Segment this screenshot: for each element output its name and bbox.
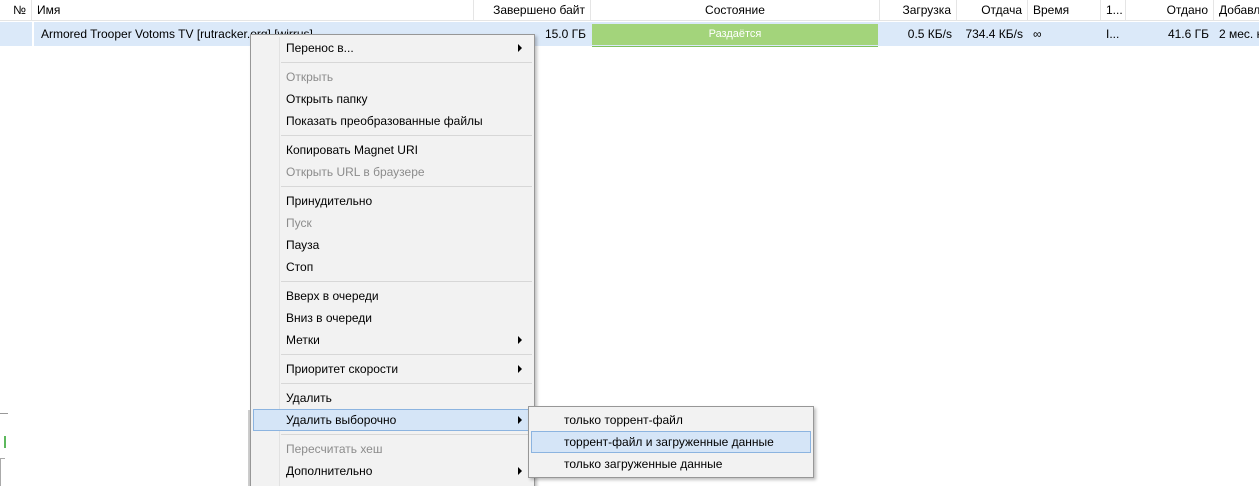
- submenu-item-torrent-only[interactable]: только торрент-файл: [531, 409, 811, 431]
- menu-item-open-url-in-browser[interactable]: Открыть URL в браузере: [253, 161, 532, 183]
- column-added[interactable]: Добавле: [1214, 0, 1259, 20]
- menu-item-label: Вниз в очереди: [286, 311, 373, 325]
- torrent-added: 2 мес. н: [1219, 27, 1259, 41]
- menu-item-open[interactable]: Открыть: [253, 66, 532, 88]
- menu-item-stop[interactable]: Стоп: [253, 256, 532, 278]
- submenu-arrow-icon: [518, 365, 522, 373]
- menu-item-label: Пересчитать хеш: [286, 442, 383, 456]
- table-row[interactable]: Armored Trooper Votoms TV [rutracker.org…: [0, 22, 1259, 46]
- menu-item-remove[interactable]: Удалить: [253, 387, 532, 409]
- menu-item-label: Метки: [286, 333, 320, 347]
- panel-edge-fragment: [4, 436, 6, 448]
- menu-item-label: Открыть: [286, 70, 334, 84]
- torrent-uploaded: 41.6 ГБ: [1167, 27, 1209, 41]
- torrent-download-speed: 0.5 КБ/s: [907, 27, 952, 41]
- submenu-item-torrent-and-data[interactable]: торрент-файл и загруженные данные: [531, 431, 811, 453]
- menu-item-start[interactable]: Пуск: [253, 212, 532, 234]
- submenu-arrow-icon: [518, 336, 522, 344]
- column-header: № Имя Завершено байт Состояние Загрузка …: [0, 0, 1259, 21]
- menu-item-label: Копировать Magnet URI: [286, 143, 418, 157]
- torrent-context-menu: Перенос в... Открыть Открыть папку Показ…: [250, 34, 535, 486]
- menu-item-label: Пауза: [286, 238, 320, 252]
- torrent-ratio: I...: [1106, 27, 1120, 41]
- menu-item-label: Вверх в очереди: [286, 289, 379, 303]
- menu-item-force-start[interactable]: Принудительно: [253, 190, 532, 212]
- menu-item-move-to[interactable]: Перенос в...: [253, 37, 532, 59]
- menu-item-label: Показать преобразованные файлы: [286, 114, 483, 128]
- submenu-arrow-icon: [518, 416, 522, 424]
- menu-item-label: Пуск: [286, 216, 312, 230]
- status-progress-line: [592, 46, 878, 47]
- menu-item-label: Дополнительно: [286, 464, 373, 478]
- menu-item-open-folder[interactable]: Открыть папку: [253, 88, 532, 110]
- menu-separator: [281, 434, 532, 435]
- menu-separator: [281, 186, 532, 187]
- column-done-bytes[interactable]: Завершено байт: [474, 0, 591, 20]
- menu-item-label: только торрент-файл: [564, 413, 683, 427]
- menu-item-label: Удалить: [286, 391, 332, 405]
- menu-item-queue-up[interactable]: Вверх в очереди: [253, 285, 532, 307]
- menu-item-force-recheck[interactable]: Пересчитать хеш: [253, 438, 532, 460]
- menu-separator: [281, 383, 532, 384]
- torrent-time: ∞: [1033, 27, 1042, 41]
- column-status[interactable]: Состояние: [591, 0, 880, 20]
- menu-item-copy-magnet-uri[interactable]: Копировать Magnet URI: [253, 139, 532, 161]
- column-number[interactable]: №: [0, 0, 32, 20]
- panel-edge-fragment: [0, 413, 8, 414]
- torrent-upload-speed: 734.4 КБ/s: [965, 27, 1023, 41]
- column-download-speed[interactable]: Загрузка: [880, 0, 957, 20]
- submenu-arrow-icon: [518, 44, 522, 52]
- menu-separator: [281, 62, 532, 63]
- row-number-cell: [0, 22, 32, 46]
- menu-item-label: Принудительно: [286, 194, 373, 208]
- menu-separator: [281, 281, 532, 282]
- menu-item-label: Стоп: [286, 260, 314, 274]
- menu-item-queue-down[interactable]: Вниз в очереди: [253, 307, 532, 329]
- menu-separator: [281, 354, 532, 355]
- menu-item-bandwidth-priority[interactable]: Приоритет скорости: [253, 358, 532, 380]
- column-time[interactable]: Время: [1028, 0, 1101, 20]
- menu-item-remove-and[interactable]: Удалить выборочно: [253, 409, 532, 431]
- submenu-arrow-icon: [518, 467, 522, 475]
- menu-item-advanced[interactable]: Дополнительно: [253, 460, 532, 482]
- menu-item-label: торрент-файл и загруженные данные: [564, 435, 774, 449]
- menu-item-label: Открыть URL в браузере: [286, 165, 425, 179]
- column-ratio[interactable]: 1...: [1101, 0, 1126, 20]
- menu-item-label: Перенос в...: [286, 41, 354, 55]
- panel-edge-fragment: [0, 458, 5, 486]
- column-upload-speed[interactable]: Отдача: [957, 0, 1028, 20]
- menu-item-label: только загруженные данные: [564, 457, 723, 471]
- menu-separator: [281, 135, 532, 136]
- menu-item-pause[interactable]: Пауза: [253, 234, 532, 256]
- status-badge: Раздаётся: [592, 24, 878, 45]
- menu-item-labels[interactable]: Метки: [253, 329, 532, 351]
- menu-item-label: Удалить выборочно: [286, 413, 397, 427]
- menu-item-label: Приоритет скорости: [286, 362, 399, 376]
- column-uploaded[interactable]: Отдано: [1126, 0, 1214, 20]
- menu-item-label: Открыть папку: [286, 92, 368, 106]
- menu-item-show-converted-files[interactable]: Показать преобразованные файлы: [253, 110, 532, 132]
- submenu-item-data-only[interactable]: только загруженные данные: [531, 453, 811, 475]
- column-name[interactable]: Имя: [32, 0, 474, 20]
- torrent-client-window: № Имя Завершено байт Состояние Загрузка …: [0, 0, 1259, 486]
- remove-and-submenu: только торрент-файл торрент-файл и загру…: [528, 406, 814, 478]
